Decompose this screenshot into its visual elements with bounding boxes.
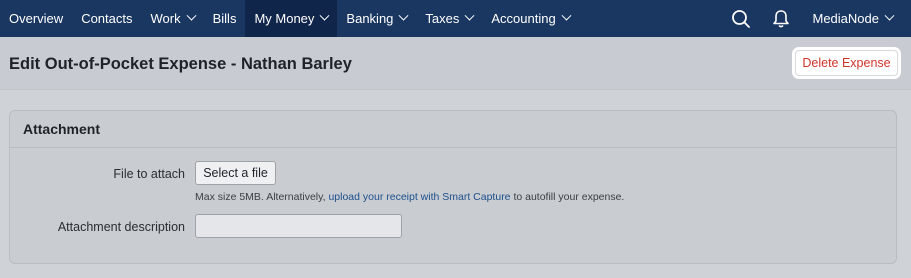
chevron-down-icon bbox=[398, 10, 409, 21]
chevron-down-icon bbox=[186, 10, 197, 21]
select-file-button[interactable]: Select a file bbox=[195, 161, 276, 185]
nav-item-my-money[interactable]: My Money bbox=[245, 0, 338, 37]
attachment-description-input[interactable] bbox=[195, 214, 402, 238]
chevron-down-icon bbox=[884, 10, 895, 21]
nav-item-work[interactable]: Work bbox=[142, 0, 204, 37]
nav-label: Overview bbox=[9, 11, 64, 26]
delete-expense-button[interactable]: Delete Expense bbox=[795, 50, 898, 76]
page-title: Edit Out-of-Pocket Expense - Nathan Barl… bbox=[9, 55, 352, 73]
hint-suffix: to autofill your expense. bbox=[510, 191, 625, 203]
nav-item-banking[interactable]: Banking bbox=[337, 0, 416, 37]
file-to-attach-label: File to attach bbox=[113, 167, 185, 181]
file-hint: Max size 5MB. Alternatively, upload your… bbox=[195, 191, 624, 203]
nav-item-overview[interactable]: Overview bbox=[0, 0, 72, 37]
notifications-button[interactable] bbox=[761, 0, 801, 37]
nav-label: Bills bbox=[212, 11, 237, 26]
nav-label: Banking bbox=[346, 11, 394, 26]
account-menu[interactable]: MediaNode bbox=[801, 10, 911, 26]
nav-label: Taxes bbox=[425, 11, 460, 26]
nav-item-taxes[interactable]: Taxes bbox=[416, 0, 482, 37]
hint-prefix: Max size 5MB. Alternatively, bbox=[195, 191, 329, 203]
section-title: Attachment bbox=[10, 111, 896, 148]
attachment-description-label: Attachment description bbox=[57, 220, 185, 234]
search-icon bbox=[731, 9, 750, 28]
nav-label: Accounting bbox=[491, 11, 556, 26]
account-label: MediaNode bbox=[812, 11, 880, 26]
bell-icon bbox=[772, 9, 789, 27]
nav-item-bills[interactable]: Bills bbox=[204, 0, 246, 37]
chevron-down-icon bbox=[319, 10, 330, 21]
chevron-down-icon bbox=[464, 10, 475, 21]
chevron-down-icon bbox=[561, 10, 572, 21]
top-nav: Overview Contacts Work Bills My Money Ba… bbox=[0, 0, 911, 37]
smart-capture-link[interactable]: upload your receipt with Smart Capture bbox=[328, 191, 510, 203]
nav-item-accounting[interactable]: Accounting bbox=[482, 0, 578, 37]
nav-label: Contacts bbox=[81, 11, 133, 26]
nav-right: MediaNode bbox=[721, 0, 911, 37]
nav-item-contacts[interactable]: Contacts bbox=[72, 0, 141, 37]
nav-label: My Money bbox=[254, 11, 315, 26]
search-button[interactable] bbox=[721, 0, 761, 37]
attachment-card: Attachment File to attach Select a file … bbox=[9, 110, 897, 264]
nav-label: Work bbox=[150, 11, 181, 26]
